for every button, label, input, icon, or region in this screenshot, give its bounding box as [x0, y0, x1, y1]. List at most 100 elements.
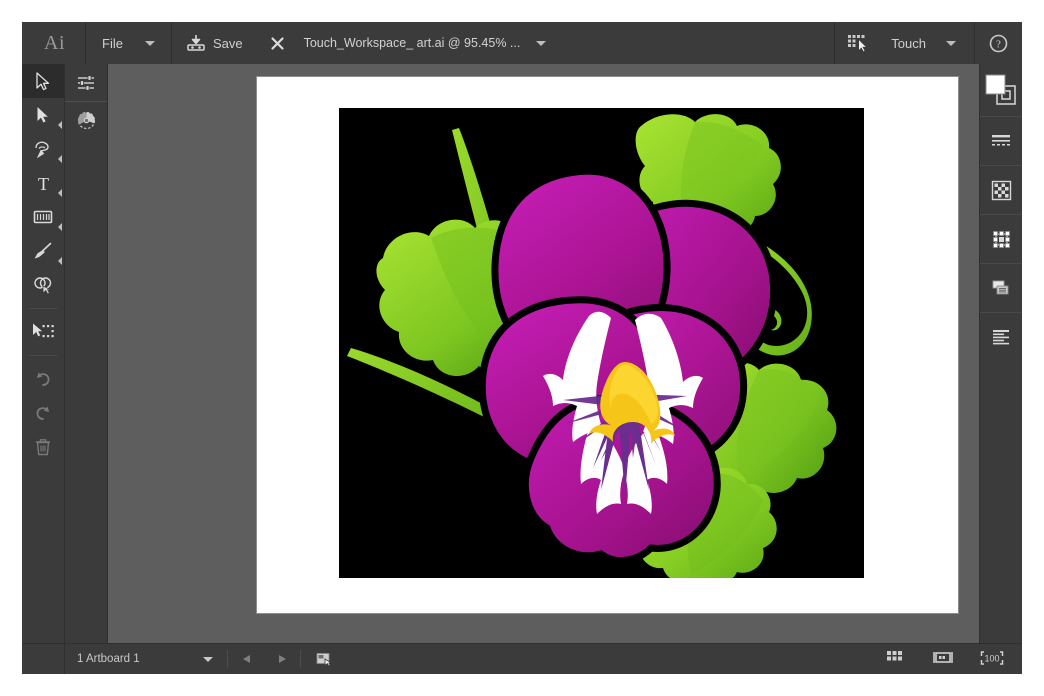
next-artboard-button[interactable]: [264, 654, 300, 664]
help-button[interactable]: ?: [975, 22, 1022, 64]
top-toolbar: Ai File Save Touch_Workspace_ art.ai @ 9…: [22, 22, 1022, 64]
app-logo: Ai: [44, 31, 65, 54]
pen-nib-icon: [35, 141, 49, 159]
status-right-buttons: 100: [886, 650, 1022, 669]
right-panel-dock: [979, 64, 1022, 643]
redo-button[interactable]: [22, 396, 64, 430]
arrow-outline-icon: [36, 71, 50, 90]
color-wheel-icon: [77, 111, 95, 130]
zoom-100-button[interactable]: 100: [980, 650, 1004, 669]
tool-divider: [29, 355, 57, 356]
paintbrush-icon: [34, 242, 52, 259]
artboard[interactable]: [256, 76, 959, 614]
svg-text:T: T: [38, 174, 49, 193]
selection-tool[interactable]: [22, 64, 64, 98]
shape-tool[interactable]: [22, 200, 64, 234]
color-panel-button[interactable]: [65, 102, 107, 139]
grid-cells-icon: [887, 651, 902, 661]
save-label: Save: [212, 35, 243, 51]
undo-button[interactable]: [22, 362, 64, 396]
triangle-right-icon: [278, 655, 286, 663]
illustrator-window: Ai File Save Touch_Workspace_ art.ai @ 9…: [22, 22, 1022, 674]
layers-icon: [992, 280, 1009, 295]
file-menu-label: File: [102, 35, 123, 51]
type-t-icon: T: [38, 174, 49, 193]
fill-stroke-swatch-icon: [985, 74, 1016, 105]
chevron-down-icon: [536, 40, 547, 46]
help-question-icon: ?: [989, 34, 1008, 52]
stroke-panel-button[interactable]: [980, 117, 1022, 166]
workspace-caret[interactable]: [936, 22, 974, 64]
workspace-switcher[interactable]: Touch: [883, 22, 936, 64]
artwork-image[interactable]: [339, 108, 864, 578]
close-document-button[interactable]: [257, 22, 298, 64]
fit-artboard-icon: [933, 651, 953, 663]
flyout-triangle-icon: [58, 155, 62, 163]
save-disk-icon: [187, 35, 205, 51]
checker-grid-icon: [991, 180, 1011, 200]
shape-builder-tool[interactable]: [22, 268, 64, 302]
align-panel-button[interactable]: [980, 313, 1022, 361]
status-left-gutter: [22, 644, 65, 674]
redo-arrow-icon: [36, 406, 49, 420]
sliders-icon: [78, 74, 94, 91]
artboard-selector[interactable]: 1 Artboard 1: [65, 653, 227, 665]
file-menu-button[interactable]: File: [86, 22, 141, 64]
file-menu-caret[interactable]: [141, 22, 171, 64]
document-tab[interactable]: Touch_Workspace_ art.ai @ 95.45% ...: [298, 22, 529, 64]
bounding-box-handles-icon: [992, 230, 1010, 248]
zoom-100-label: 100: [984, 653, 999, 663]
trash-can-icon: [36, 439, 50, 456]
workspace-label: Touch: [891, 35, 926, 51]
save-button[interactable]: Save: [172, 22, 257, 64]
arrow-solid-icon: [37, 107, 48, 123]
paintbrush-tool[interactable]: [22, 234, 64, 268]
fill-stroke-swatch[interactable]: [980, 64, 1022, 117]
flyout-triangle-icon: [58, 189, 62, 197]
tool-divider: [29, 308, 57, 309]
svg-text:?: ?: [996, 38, 1001, 50]
flyout-triangle-icon: [58, 223, 62, 231]
grid-view-button[interactable]: [886, 650, 906, 668]
artboard-nav-button[interactable]: [309, 652, 339, 667]
artboard-label: 1 Artboard 1: [77, 653, 140, 665]
type-tool[interactable]: T: [22, 166, 64, 200]
secondary-panel-dock: [65, 64, 108, 643]
prev-artboard-button[interactable]: [228, 654, 264, 664]
undo-arrow-icon: [37, 372, 50, 386]
fit-artboard-button[interactable]: [932, 650, 954, 669]
chevron-down-icon: [144, 40, 155, 46]
direct-selection-tool[interactable]: [22, 98, 64, 132]
zoom-100-icon: 100: [980, 650, 1004, 665]
transform-marquee-icon: [33, 323, 54, 338]
stroke-lines-icon: [992, 135, 1010, 146]
layers-panel-button[interactable]: [980, 264, 1022, 313]
document-tab-title: Touch_Workspace_ art.ai @ 95.45% ...: [303, 36, 521, 50]
free-transform-tool[interactable]: [22, 315, 64, 349]
chevron-down-icon: [946, 40, 956, 46]
divider: [300, 650, 301, 668]
document-tab-caret[interactable]: [528, 22, 562, 64]
triangle-left-icon: [242, 655, 250, 663]
properties-panel-button[interactable]: [65, 64, 107, 102]
pen-tool[interactable]: [22, 132, 64, 166]
tools-panel: T: [22, 64, 65, 643]
delete-button[interactable]: [22, 430, 64, 464]
artboard-nav-icon: [316, 652, 333, 667]
canvas-area[interactable]: [108, 64, 979, 643]
chevron-down-icon: [203, 656, 213, 662]
shape-builder-icon: [34, 277, 52, 295]
close-x-icon: [270, 36, 284, 50]
touch-mode-button[interactable]: [835, 22, 883, 64]
rectangle-icon: [33, 210, 53, 224]
workspace-body: T: [22, 64, 1022, 643]
flyout-triangle-icon: [58, 121, 62, 129]
flyout-triangle-icon: [58, 257, 62, 265]
transform-panel-button[interactable]: [980, 215, 1022, 264]
pansy-flower-illustration: [339, 108, 864, 578]
align-lines-icon: [993, 330, 1009, 345]
status-bar: 1 Artboard 1 100: [22, 643, 1022, 674]
swatches-panel-button[interactable]: [980, 166, 1022, 215]
touch-cursor-icon: [848, 35, 869, 52]
